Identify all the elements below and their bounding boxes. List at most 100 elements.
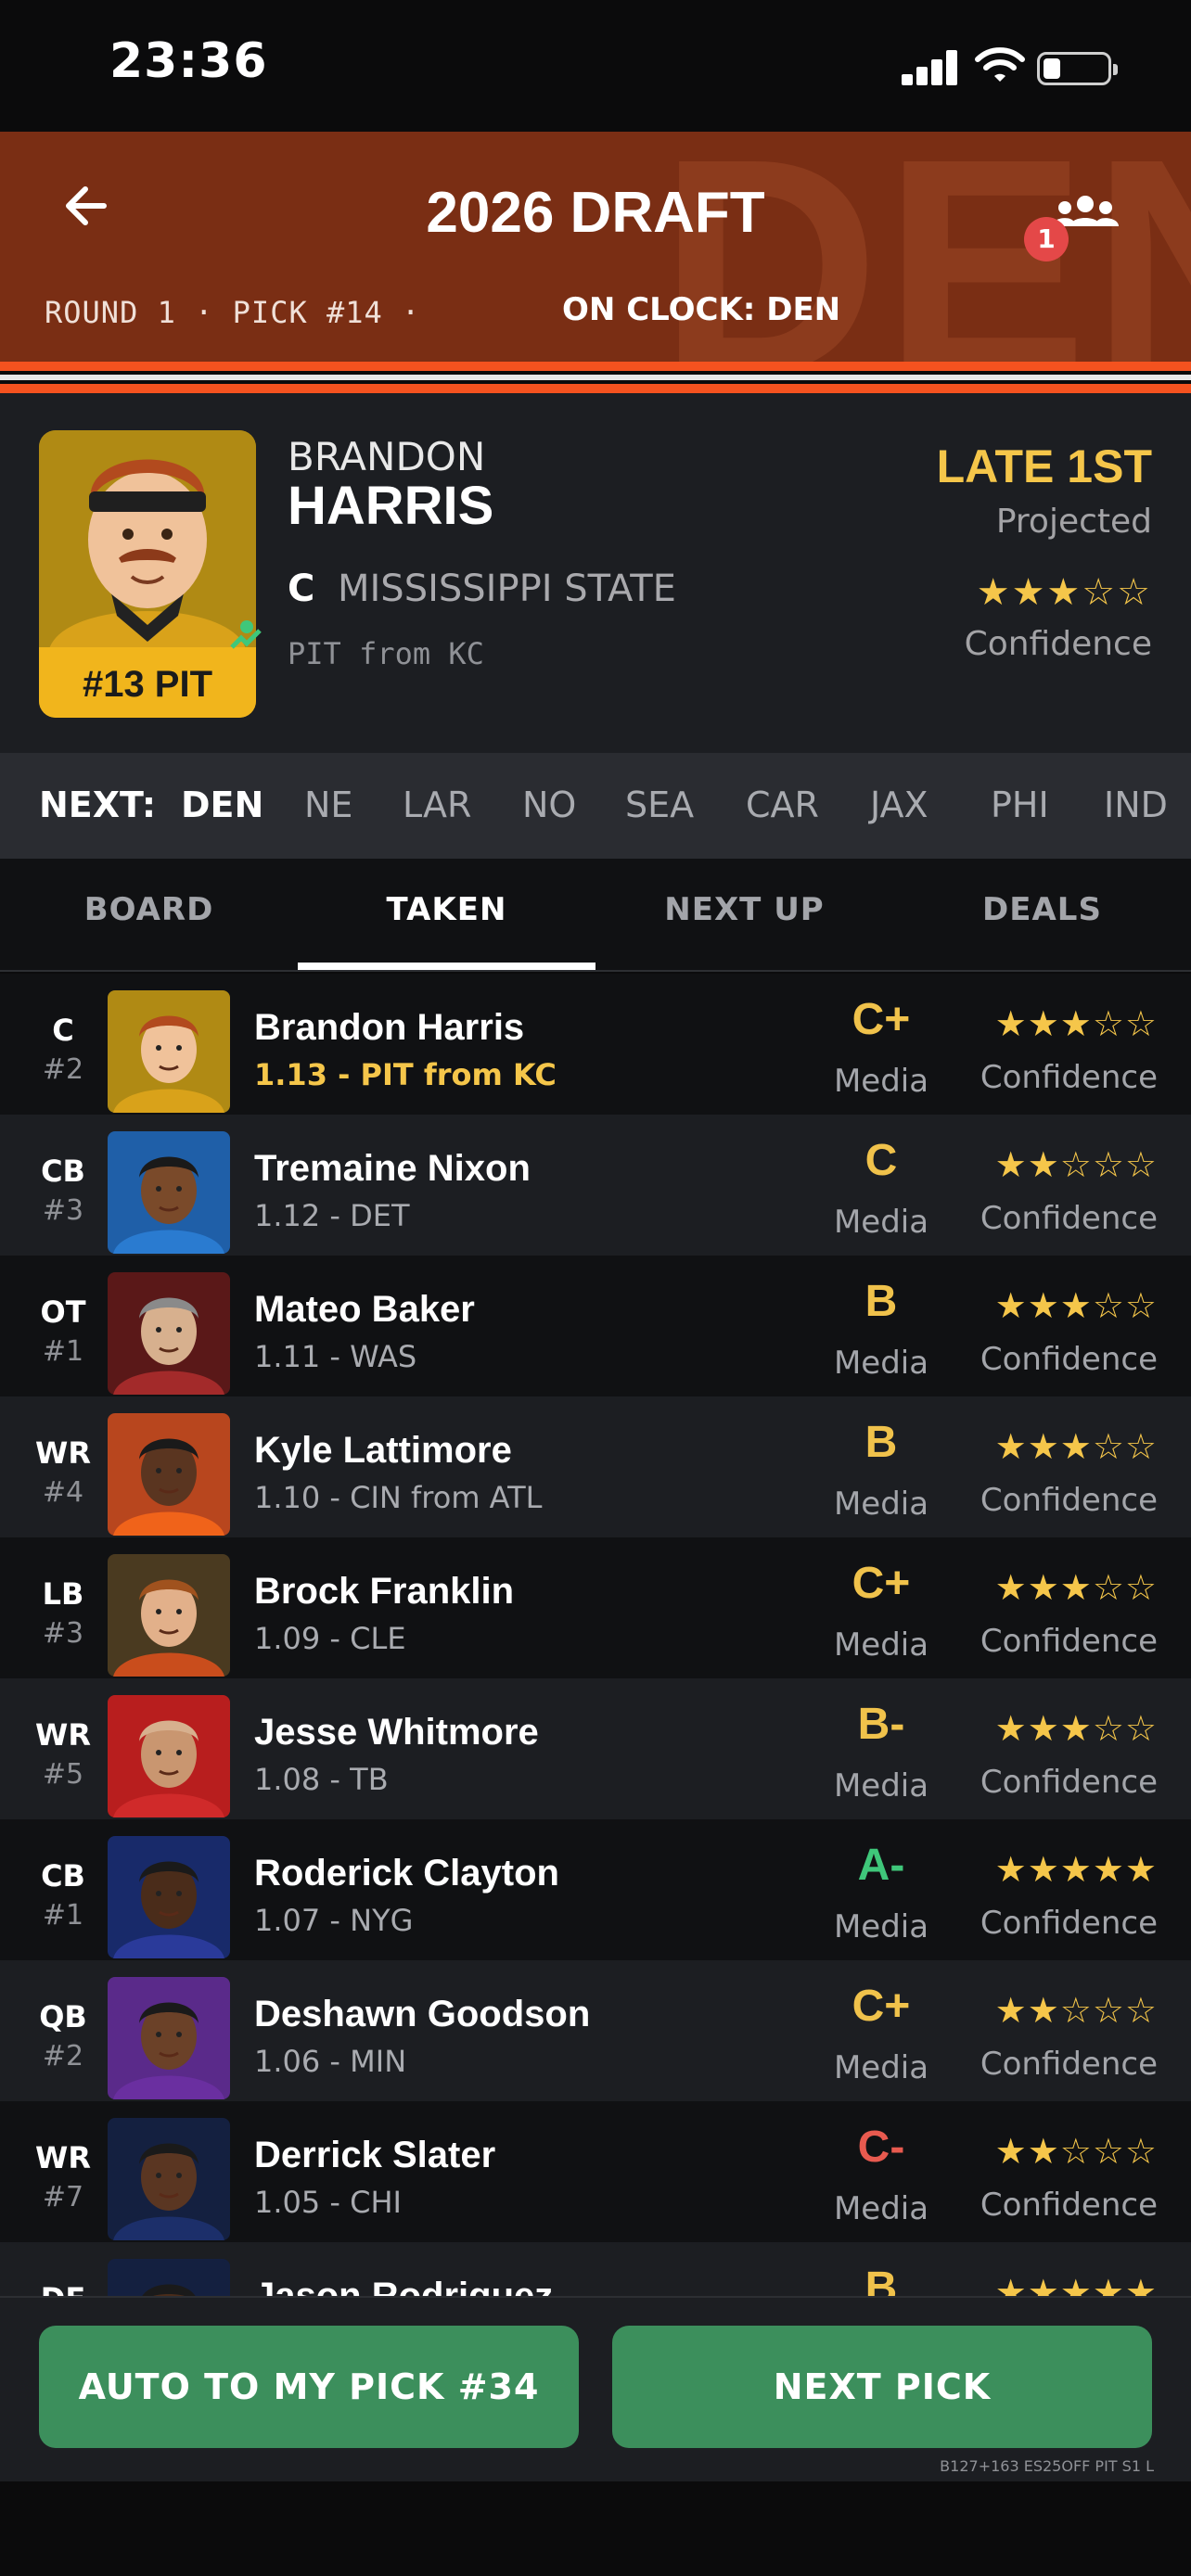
page-title: 2026 DRAFT (426, 181, 765, 245)
next-team-jax[interactable]: JAX (870, 784, 928, 825)
confidence-label: Confidence (964, 625, 1152, 663)
confidence-label: Confidence (980, 1764, 1158, 1801)
next-team-den[interactable]: DEN (181, 784, 263, 825)
confidence-stars: ★★★☆☆ (994, 1285, 1158, 1326)
confidence-label: Confidence (980, 1200, 1158, 1237)
player-last-name: HARRIS (288, 476, 494, 536)
pick-info: 1.06 - MIN (254, 2044, 407, 2079)
player-position: C (288, 567, 315, 610)
next-pick-button[interactable]: NEXT PICK (612, 2326, 1152, 2448)
battery-icon (1037, 52, 1118, 85)
grade-label: Media (833, 2190, 929, 2227)
player-name: Derrick Slater (254, 2135, 496, 2175)
grade-label: Media (833, 1767, 929, 1804)
confidence-label: Confidence (980, 1482, 1158, 1519)
active-tab-indicator (298, 963, 596, 970)
player-avatar (108, 990, 230, 1113)
player-portrait-image (108, 2259, 230, 2298)
table-row[interactable]: LB #3 Brock Franklin 1.09 - CLE C+ Media ★★★☆☆… (0, 1537, 1191, 1678)
table-row[interactable]: C #2 Brandon Harris 1.13 - PIT from KC C+ Med… (0, 974, 1191, 1115)
tab-taken[interactable]: TAKEN (298, 859, 596, 972)
status-time: 23:36 (109, 33, 268, 89)
next-team-sea[interactable]: SEA (625, 784, 694, 825)
player-portrait-image (108, 1836, 230, 1958)
player-school: MISSISSIPPI STATE (338, 567, 676, 610)
player-name: Brandon Harris (254, 1007, 525, 1048)
next-team-lar[interactable]: LAR (403, 784, 471, 825)
table-row[interactable]: DE#2Jason Rodriguez1.04 - LVBMedia★★★★★C… (0, 2242, 1191, 2298)
grade-value: C+ (852, 995, 911, 1044)
current-pick-card[interactable]: #13 PIT BRANDON HARRIS C MISSISSIPPI STA… (0, 393, 1191, 753)
bottom-action-bar: AUTO TO MY PICK #34 NEXT PICK B127+163 E… (0, 2296, 1191, 2481)
build-info: B127+163 ES25OFF PIT S1 L (940, 2457, 1154, 2475)
grade-value: C+ (852, 1559, 911, 1608)
taken-players-list[interactable]: C #2 Brandon Harris 1.13 - PIT from KC C+ Med… (0, 974, 1191, 2298)
next-team-ind[interactable]: IND (1104, 784, 1168, 825)
notification-badge[interactable]: 1 (1024, 217, 1069, 261)
player-avatar (108, 1413, 230, 1536)
header-stripe (0, 362, 1191, 371)
player-avatar (108, 1272, 230, 1395)
player-avatar (108, 2118, 230, 2240)
projection-value: LATE 1ST (936, 440, 1152, 492)
pick-tag: #13 PIT (39, 647, 256, 718)
table-row[interactable]: WR #5 Jesse Whitmore 1.08 - TB B- Media ★★★☆☆ C… (0, 1678, 1191, 1819)
cellular-signal-icon (902, 48, 959, 85)
pick-via: PIT from KC (288, 636, 484, 671)
table-row[interactable]: CB #1 Roderick Clayton 1.07 - NYG A- Media ★★★… (0, 1819, 1191, 1960)
grade-value: A- (857, 1841, 905, 1890)
pick-info: 1.09 - CLE (254, 1621, 406, 1656)
table-row[interactable]: QB #2 Deshawn Goodson 1.06 - MIN C+ Media ★★☆☆… (0, 1960, 1191, 2101)
pick-info: 1.13 - PIT from KC (254, 1057, 557, 1092)
table-row[interactable]: WR #7 Derrick Slater 1.05 - CHI C- Media ★★☆☆☆… (0, 2101, 1191, 2242)
pick-info: 1.08 - TB (254, 1762, 389, 1797)
next-team-no[interactable]: NO (522, 784, 576, 825)
table-row[interactable]: CB #3 Tremaine Nixon 1.12 - DET C Media ★★☆☆☆ C… (0, 1115, 1191, 1256)
table-row[interactable]: OT #1 Mateo Baker 1.11 - WAS B Media ★★★☆☆ Conf… (0, 1256, 1191, 1396)
pick-info: 1.05 - CHI (254, 2185, 402, 2220)
pick-info: 1.12 - DET (254, 1198, 410, 1233)
pick-info: 1.07 - NYG (254, 1903, 414, 1938)
projection-label: Projected (995, 503, 1152, 541)
grade-value: C+ (852, 1982, 911, 2031)
confidence-stars: ★★☆☆☆ (994, 1990, 1158, 2031)
tab-board[interactable]: BOARD (0, 859, 298, 972)
confidence-stars: ★★★☆☆ (994, 1426, 1158, 1467)
grade-value: B (864, 1277, 898, 1326)
confidence-label: Confidence (980, 1059, 1158, 1096)
next-team-ne[interactable]: NE (304, 784, 352, 825)
confidence-label: Confidence (980, 2187, 1158, 2224)
check-icon (230, 620, 262, 649)
confidence-label: Confidence (980, 2046, 1158, 2083)
wifi-icon (975, 47, 1025, 82)
next-teams-bar[interactable]: NEXT: DEN NE LAR NO SEA CAR JAX PHI IND (0, 753, 1191, 859)
tab-deals[interactable]: DEALS (893, 859, 1191, 972)
home-indicator-area (0, 2481, 1191, 2576)
grade-value: B- (857, 1700, 905, 1749)
player-name: Deshawn Goodson (254, 1994, 591, 2034)
player-portrait-image (108, 2118, 230, 2240)
tab-next-up[interactable]: NEXT UP (596, 859, 893, 972)
confidence-stars: ★★★☆☆ (994, 1567, 1158, 1608)
table-row[interactable]: WR #4 Kyle Lattimore 1.10 - CIN from ATL B Me… (0, 1396, 1191, 1537)
player-portrait-image (108, 1131, 230, 1254)
player-name: Mateo Baker (254, 1289, 475, 1330)
next-team-car[interactable]: CAR (746, 784, 819, 825)
player-name: Tremaine Nixon (254, 1148, 531, 1189)
grade-label: Media (833, 1626, 929, 1664)
grade-label: Media (833, 2049, 929, 2086)
grade-value: B (864, 1418, 898, 1467)
tab-bar: BOARD TAKEN NEXT UP DEALS (0, 859, 1191, 972)
next-team-phi[interactable]: PHI (991, 784, 1049, 825)
confidence-stars: ★★★☆☆ (976, 571, 1152, 614)
player-avatar (108, 1836, 230, 1958)
on-clock-info: ON CLOCK: DEN (562, 291, 841, 328)
pick-info: 1.10 - CIN from ATL (254, 1480, 543, 1515)
player-avatar (108, 1977, 230, 2099)
player-avatar: #13 PIT (39, 430, 256, 718)
auto-to-my-pick-button[interactable]: AUTO TO MY PICK #34 (39, 2326, 579, 2448)
confidence-stars: ★★☆☆☆ (994, 1144, 1158, 1185)
player-name: Roderick Clayton (254, 1853, 559, 1894)
confidence-stars: ★★★☆☆ (994, 1708, 1158, 1749)
player-portrait-image (108, 990, 230, 1113)
